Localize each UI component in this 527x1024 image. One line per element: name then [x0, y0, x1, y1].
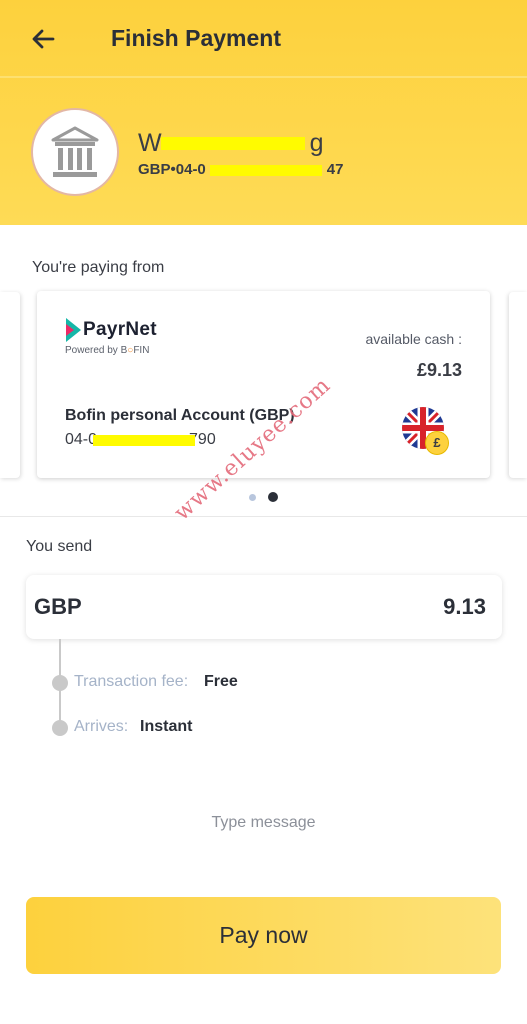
timeline-dot: [52, 720, 68, 736]
page-title: Finish Payment: [111, 25, 281, 51]
carousel-dot-active[interactable]: [268, 492, 278, 502]
send-amount-field[interactable]: GBP 9.13: [26, 575, 502, 639]
redaction-mark: [210, 165, 322, 176]
top-bar: Finish Payment: [0, 0, 527, 78]
arrives-value: Instant: [140, 718, 193, 735]
provider-powered-by: Powered by B○FIN: [65, 345, 150, 356]
previous-account-card[interactable]: [0, 292, 20, 478]
header-divider: [0, 76, 527, 78]
arrives-label: Arrives:: [74, 718, 129, 735]
back-button[interactable]: [28, 24, 58, 54]
available-cash-amount: £9.13: [416, 360, 462, 380]
pay-now-button[interactable]: Pay now: [26, 897, 501, 974]
payrnet-logo-icon: [66, 318, 81, 342]
header: Finish Payment Wg GBP•04-0 47: [0, 0, 527, 225]
arrow-left-icon: [32, 29, 55, 49]
send-currency[interactable]: GBP: [34, 594, 82, 620]
timeline-dot: [52, 675, 68, 691]
redaction-mark: [161, 137, 305, 150]
redaction-mark: [93, 435, 195, 446]
transaction-fee-label: Transaction fee:: [74, 673, 189, 690]
paying-from-label: You're paying from: [32, 259, 165, 276]
carousel-pagination: [248, 492, 282, 502]
currency-badge: £: [425, 431, 449, 455]
message-input[interactable]: [0, 810, 527, 836]
next-account-card[interactable]: [509, 292, 527, 478]
bank-icon: [51, 126, 99, 177]
you-send-label: You send: [26, 538, 93, 555]
account-name: Bofin personal Account (GBP): [65, 407, 295, 424]
send-amount[interactable]: 9.13: [443, 594, 486, 620]
provider-name: PayrNet: [83, 319, 157, 340]
recipient-avatar: [31, 108, 119, 196]
transaction-fee-value: Free: [204, 673, 238, 690]
section-divider: [0, 516, 527, 517]
carousel-dot[interactable]: [249, 494, 256, 501]
available-cash-label: available cash :: [365, 331, 462, 347]
